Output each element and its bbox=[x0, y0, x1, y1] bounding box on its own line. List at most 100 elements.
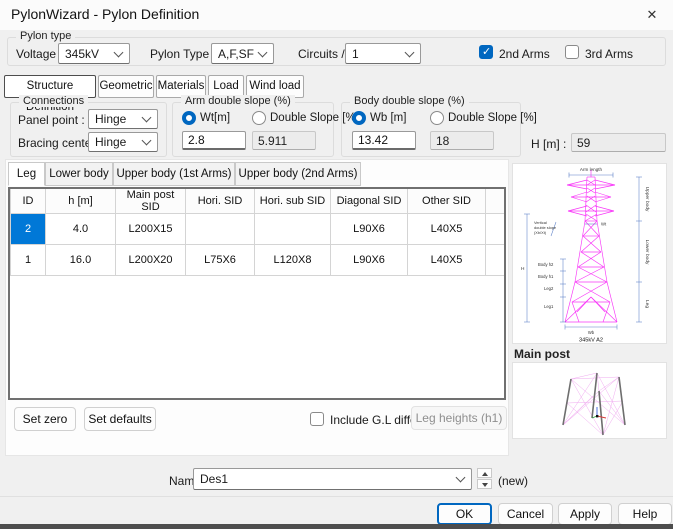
wt-input[interactable] bbox=[182, 131, 246, 150]
body-slope-group-label: Body double slope (%) bbox=[350, 95, 469, 107]
include-gl-checkbox[interactable] bbox=[310, 412, 324, 426]
col-header-blank bbox=[486, 189, 505, 214]
section-table: ID h [m] Main post SID Hori. SID Hori. s… bbox=[8, 187, 506, 400]
cell-main-post[interactable]: L200X20 bbox=[116, 245, 186, 276]
arm-double-slope-radio[interactable] bbox=[252, 111, 266, 125]
pylon-preview-panel: Arm length bbox=[512, 163, 667, 344]
voltage-label: Voltage : bbox=[16, 47, 63, 61]
body-double-slope-input bbox=[430, 131, 494, 150]
svg-text:Wb: Wb bbox=[588, 330, 595, 335]
voltage-value: 345kV bbox=[65, 47, 99, 61]
svg-text:(Xb/Xt): (Xb/Xt) bbox=[534, 230, 547, 235]
svg-text:Upper body: Upper body bbox=[644, 187, 650, 212]
window-title: PylonWizard - Pylon Definition bbox=[11, 6, 199, 22]
name-combobox[interactable]: Des1 bbox=[193, 468, 472, 490]
svg-text:Leg1: Leg1 bbox=[544, 304, 554, 309]
chevron-down-icon bbox=[456, 473, 466, 483]
third-arms-checkbox[interactable] bbox=[565, 45, 579, 59]
col-header-main-post[interactable]: Main post SID bbox=[116, 189, 186, 214]
svg-text:Leg2: Leg2 bbox=[544, 286, 554, 291]
cell-diagonal[interactable]: L90X6 bbox=[331, 245, 408, 276]
svg-text:345kV A2: 345kV A2 bbox=[579, 338, 603, 344]
ok-button[interactable]: OK bbox=[437, 503, 492, 525]
main-post-preview-panel bbox=[512, 362, 667, 439]
cell-blank bbox=[486, 214, 505, 245]
third-arms-label: 3rd Arms bbox=[585, 47, 633, 61]
col-header-h[interactable]: h [m] bbox=[46, 189, 116, 214]
cell-hori[interactable]: L75X6 bbox=[186, 245, 255, 276]
name-value: Des1 bbox=[200, 472, 228, 486]
close-icon[interactable]: ✕ bbox=[639, 4, 665, 26]
chevron-down-icon bbox=[258, 47, 268, 57]
cell-other[interactable]: L40X5 bbox=[408, 245, 486, 276]
panel-point-label: Panel point : bbox=[18, 113, 85, 127]
table-row[interactable]: 2 4.0 L200X15 L90X6 L40X5 bbox=[11, 214, 505, 245]
cell-hori-sub[interactable] bbox=[255, 214, 331, 245]
body-double-slope-radio[interactable] bbox=[430, 111, 444, 125]
arm-slope-group-label: Arm double slope (%) bbox=[181, 95, 295, 107]
apply-button[interactable]: Apply bbox=[558, 503, 612, 525]
pylon-type-select[interactable]: A,F,SF bbox=[211, 43, 274, 64]
cell-h[interactable]: 4.0 bbox=[46, 214, 116, 245]
leg-heights-button: Leg heights (h1) bbox=[411, 406, 507, 430]
subtab-leg[interactable]: Leg bbox=[8, 162, 45, 186]
main-post-diagram bbox=[513, 363, 668, 440]
arm-double-slope-input bbox=[252, 131, 316, 150]
circuits-value: 1 bbox=[352, 47, 359, 61]
subtab-lower-body[interactable]: Lower body bbox=[45, 162, 113, 186]
wb-radio[interactable] bbox=[352, 111, 366, 125]
tab-geometric[interactable]: Geometric bbox=[98, 75, 154, 98]
pylon-wizard-dialog: PylonWizard - Pylon Definition ✕ Pylon t… bbox=[0, 0, 673, 529]
bracing-center-select[interactable]: Hinge bbox=[88, 132, 158, 152]
panel-point-value: Hinge bbox=[95, 112, 126, 126]
footer-separator bbox=[0, 496, 673, 497]
connections-group-label: Connections bbox=[19, 95, 88, 107]
wt-radio-label: Wt[m] bbox=[200, 112, 230, 124]
cell-main-post[interactable]: L200X15 bbox=[116, 214, 186, 245]
svg-text:H: H bbox=[521, 266, 525, 272]
pylon-type-value: A,F,SF bbox=[218, 47, 254, 61]
second-arms-label: 2nd Arms bbox=[499, 47, 550, 61]
name-status: (new) bbox=[498, 474, 528, 488]
chevron-down-icon bbox=[114, 47, 124, 57]
svg-text:Wt: Wt bbox=[601, 222, 607, 227]
wt-radio[interactable] bbox=[182, 111, 196, 125]
panel-point-select[interactable]: Hinge bbox=[88, 109, 158, 129]
spinner-down-icon[interactable] bbox=[477, 479, 492, 489]
wb-input[interactable] bbox=[352, 131, 416, 150]
set-defaults-button[interactable]: Set defaults bbox=[84, 407, 156, 431]
subtab-upper-body-2nd[interactable]: Upper body (2nd Arms) bbox=[235, 162, 361, 186]
help-button[interactable]: Help bbox=[618, 503, 672, 525]
cell-other[interactable]: L40X5 bbox=[408, 214, 486, 245]
cell-hori[interactable] bbox=[186, 214, 255, 245]
background-window-edge bbox=[0, 524, 673, 529]
set-zero-button[interactable]: Set zero bbox=[14, 407, 76, 431]
chevron-down-icon bbox=[142, 136, 152, 146]
circuits-select[interactable]: 1 bbox=[345, 43, 421, 64]
svg-text:Leg: Leg bbox=[644, 300, 650, 308]
cell-blank bbox=[486, 245, 505, 276]
main-post-label: Main post bbox=[514, 347, 570, 361]
cell-diagonal[interactable]: L90X6 bbox=[331, 214, 408, 245]
cell-hori-sub[interactable]: L120X8 bbox=[255, 245, 331, 276]
col-header-other[interactable]: Other SID bbox=[408, 189, 486, 214]
col-header-diagonal[interactable]: Diagonal SID bbox=[331, 189, 408, 214]
col-header-hori[interactable]: Hori. SID bbox=[186, 189, 255, 214]
cell-h[interactable]: 16.0 bbox=[46, 245, 116, 276]
cell-id[interactable]: 2 bbox=[11, 214, 46, 245]
pylon-diagram: Arm length bbox=[513, 164, 668, 345]
col-header-hori-sub[interactable]: Hori. sub SID bbox=[255, 189, 331, 214]
pylon-type-group-label: Pylon type bbox=[16, 30, 75, 42]
name-spinner[interactable] bbox=[477, 468, 492, 490]
second-arms-checkbox[interactable] bbox=[479, 45, 493, 59]
wb-radio-label: Wb [m] bbox=[370, 112, 406, 124]
spinner-up-icon[interactable] bbox=[477, 468, 492, 478]
table-row[interactable]: 1 16.0 L200X20 L75X6 L120X8 L90X6 L40X5 bbox=[11, 245, 505, 276]
col-header-id[interactable]: ID bbox=[11, 189, 46, 214]
svg-text:Body h1: Body h1 bbox=[538, 274, 554, 279]
subtab-upper-body-1st[interactable]: Upper body (1st Arms) bbox=[113, 162, 235, 186]
cancel-button[interactable]: Cancel bbox=[498, 503, 553, 525]
h-input bbox=[571, 133, 666, 152]
voltage-select[interactable]: 345kV bbox=[58, 43, 130, 64]
cell-id[interactable]: 1 bbox=[11, 245, 46, 276]
